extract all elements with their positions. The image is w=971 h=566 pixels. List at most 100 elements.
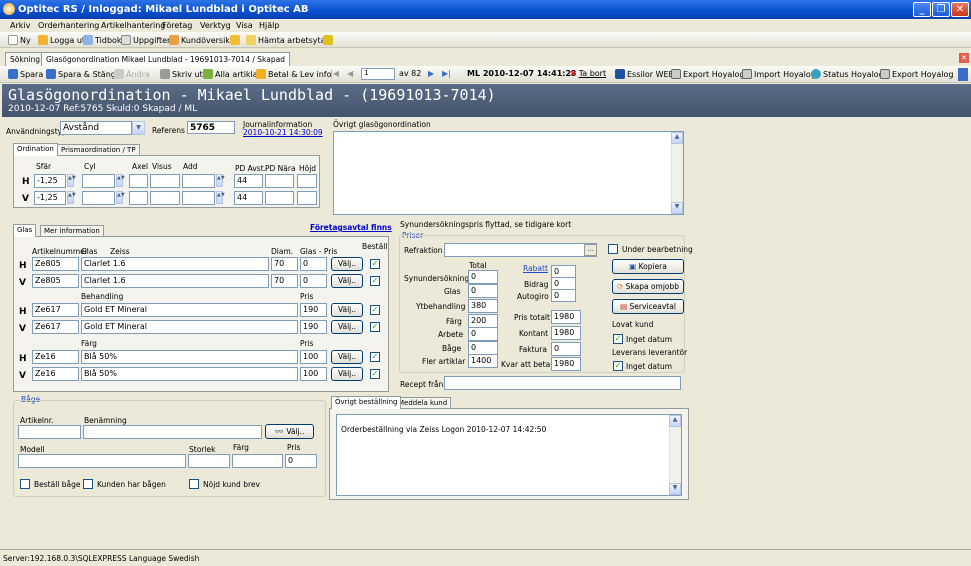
chevron-down-icon[interactable]: ▼ [132,121,145,135]
bage-pris-input[interactable]: 0 [285,454,317,468]
behandling-h-artikel-input[interactable]: Ze617 [32,303,79,317]
h-visus-input[interactable] [150,174,180,188]
nav-first-button[interactable]: |◀ [330,69,339,78]
v-sfar-input[interactable]: -1,25 [34,191,66,205]
behandling-h-valj-button[interactable]: Välj.. [331,303,363,317]
maximize-button[interactable]: ❐ [932,2,950,17]
ovrigt-bestallning-textarea[interactable]: Orderbeställning via Zeiss Logon 2010-12… [336,414,682,496]
bestall-bage-checkbox[interactable] [20,479,30,489]
scroll-up-icon[interactable]: ▲ [669,415,681,427]
bage-farg-input[interactable] [232,454,283,468]
faktura-input[interactable]: 0 [551,342,581,356]
behandling-v-price-input[interactable]: 190 [300,320,327,334]
farg-h-name-input[interactable]: Blå 50% [81,350,298,364]
farg-v-artikel-input[interactable]: Ze16 [32,367,79,381]
andra-button[interactable]: Ändra [114,69,150,79]
stepper-icon[interactable]: ▲▼ [216,174,225,187]
arbete-input[interactable]: 0 [468,327,498,341]
nojd-kund-brev-checkbox[interactable] [189,479,199,489]
tab-ordination[interactable]: Ordination [13,143,58,156]
glas-h-bestall-checkbox[interactable]: ✓ [370,259,380,269]
menu-foretag[interactable]: Företag [162,21,192,30]
alla-artiklar-button[interactable]: Alla artiklar [203,69,261,79]
more-icon[interactable]: ... [584,244,597,256]
bage-modell-input[interactable] [18,454,186,468]
scroll-down-icon[interactable]: ▼ [671,202,683,214]
glas-v-price-input[interactable]: 0 [300,274,327,288]
record-page-input[interactable]: 1 [361,68,395,80]
skapa-omjobb-button[interactable]: ⟳ Skapa omjobb [612,279,684,294]
glas-v-artikel-input[interactable]: Ze805 [32,274,79,288]
betal-lev-button[interactable]: Betal & Lev info [256,69,332,79]
scroll-up-icon[interactable]: ▲ [671,132,683,144]
farg-v-name-input[interactable]: Blå 50% [81,367,298,381]
lock-button[interactable] [230,35,240,45]
h-hojd-input[interactable] [297,174,317,188]
glas-v-diam-input[interactable]: 70 [271,274,298,288]
behandling-h-name-input[interactable]: Gold ET Mineral [81,303,298,317]
behandling-h-bestall-checkbox[interactable]: ✓ [370,305,380,315]
v-hojd-input[interactable] [297,191,317,205]
stepper-icon[interactable]: ▲▼ [67,174,76,187]
v-axel-input[interactable] [129,191,148,205]
kopiera-button[interactable]: ▣ Kopiera [612,259,684,274]
scroll-down-icon[interactable]: ▼ [669,483,681,495]
h-pd-nara-input[interactable] [265,174,294,188]
glas-h-price-input[interactable]: 0 [300,257,327,271]
foretagsavtal-link[interactable]: Företagsavtal finns [310,223,392,232]
referens-input[interactable]: 5765 [187,121,235,134]
bage-pris-input[interactable]: 0 [468,341,498,355]
farg-h-artikel-input[interactable]: Ze16 [32,350,79,364]
nav-last-button[interactable]: ▶| [442,69,451,78]
kunden-har-bagen-checkbox[interactable] [83,479,93,489]
lovat-inget-datum-checkbox[interactable]: ✓ [613,334,623,344]
bage-artikelnr-input[interactable] [18,425,81,439]
glas-pris-input[interactable]: 0 [468,284,498,298]
v-cyl-input[interactable] [82,191,115,205]
anvandningstyp-select[interactable]: Avstånd [60,121,132,135]
tab-glas[interactable]: Glas [13,224,37,237]
behandling-v-name-input[interactable]: Gold ET Mineral [81,320,298,334]
export-hoyalog2-button[interactable]: Export Hoyalog [880,69,953,79]
new-button[interactable]: Ny [8,35,31,45]
rabatt-link[interactable]: Rabatt [523,264,548,273]
bage-valj-button[interactable]: 👓 Välj.. [265,424,314,439]
stepper-icon[interactable]: ▲▼ [116,174,125,187]
stepper-icon[interactable]: ▲▼ [67,191,76,204]
h-cyl-input[interactable] [82,174,115,188]
leverans-inget-datum-checkbox[interactable]: ✓ [613,361,623,371]
uppgifter-button[interactable]: Uppgifter [121,35,170,45]
v-pd-avst-input[interactable]: 44 [234,191,263,205]
glas-h-name-input[interactable]: Clarlet 1.6 [81,257,269,271]
journal-link[interactable]: 2010-10-21 14:30:09 [243,128,323,137]
menu-visa[interactable]: Visa [236,21,253,30]
farg-v-price-input[interactable]: 100 [300,367,327,381]
v-pd-nara-input[interactable] [265,191,294,205]
bage-benamning-input[interactable] [83,425,262,439]
scrollbar[interactable]: ▲ ▼ [671,132,683,214]
glas-v-name-input[interactable]: Clarlet 1.6 [81,274,269,288]
behandling-v-valj-button[interactable]: Välj.. [331,320,363,334]
spara-button[interactable]: Spara [8,69,43,79]
farg-h-price-input[interactable]: 100 [300,350,327,364]
kundoversikt-button[interactable]: Kundöversikt [169,35,233,45]
refraktion-input[interactable] [444,243,597,257]
h-axel-input[interactable] [129,174,148,188]
bage-storlek-input[interactable] [188,454,230,468]
toolbar-overflow-icon[interactable] [958,68,968,81]
pris-totalt-input[interactable]: 1980 [551,310,581,324]
h-add-input[interactable] [182,174,215,188]
stepper-icon[interactable]: ▲▼ [116,191,125,204]
v-visus-input[interactable] [150,191,180,205]
nav-prev-button[interactable]: ◀ [347,69,353,78]
farg-h-bestall-checkbox[interactable]: ✓ [370,352,380,362]
recept-fran-input[interactable] [444,376,681,390]
kvar-att-betala-input[interactable]: 1980 [551,357,581,371]
farg-v-valj-button[interactable]: Välj.. [331,367,363,381]
import-hoyalog-button[interactable]: Import Hoyalog [742,69,816,79]
kontant-input[interactable]: 1980 [551,326,581,340]
hamta-arbetsyta-button[interactable]: Hämta arbetsyta [246,35,326,45]
skriv-ut-button[interactable]: Skriv ut [160,69,203,79]
menu-orderhantering[interactable]: Orderhantering [38,21,99,30]
menu-artikelhantering[interactable]: Artikelhantering [101,21,165,30]
